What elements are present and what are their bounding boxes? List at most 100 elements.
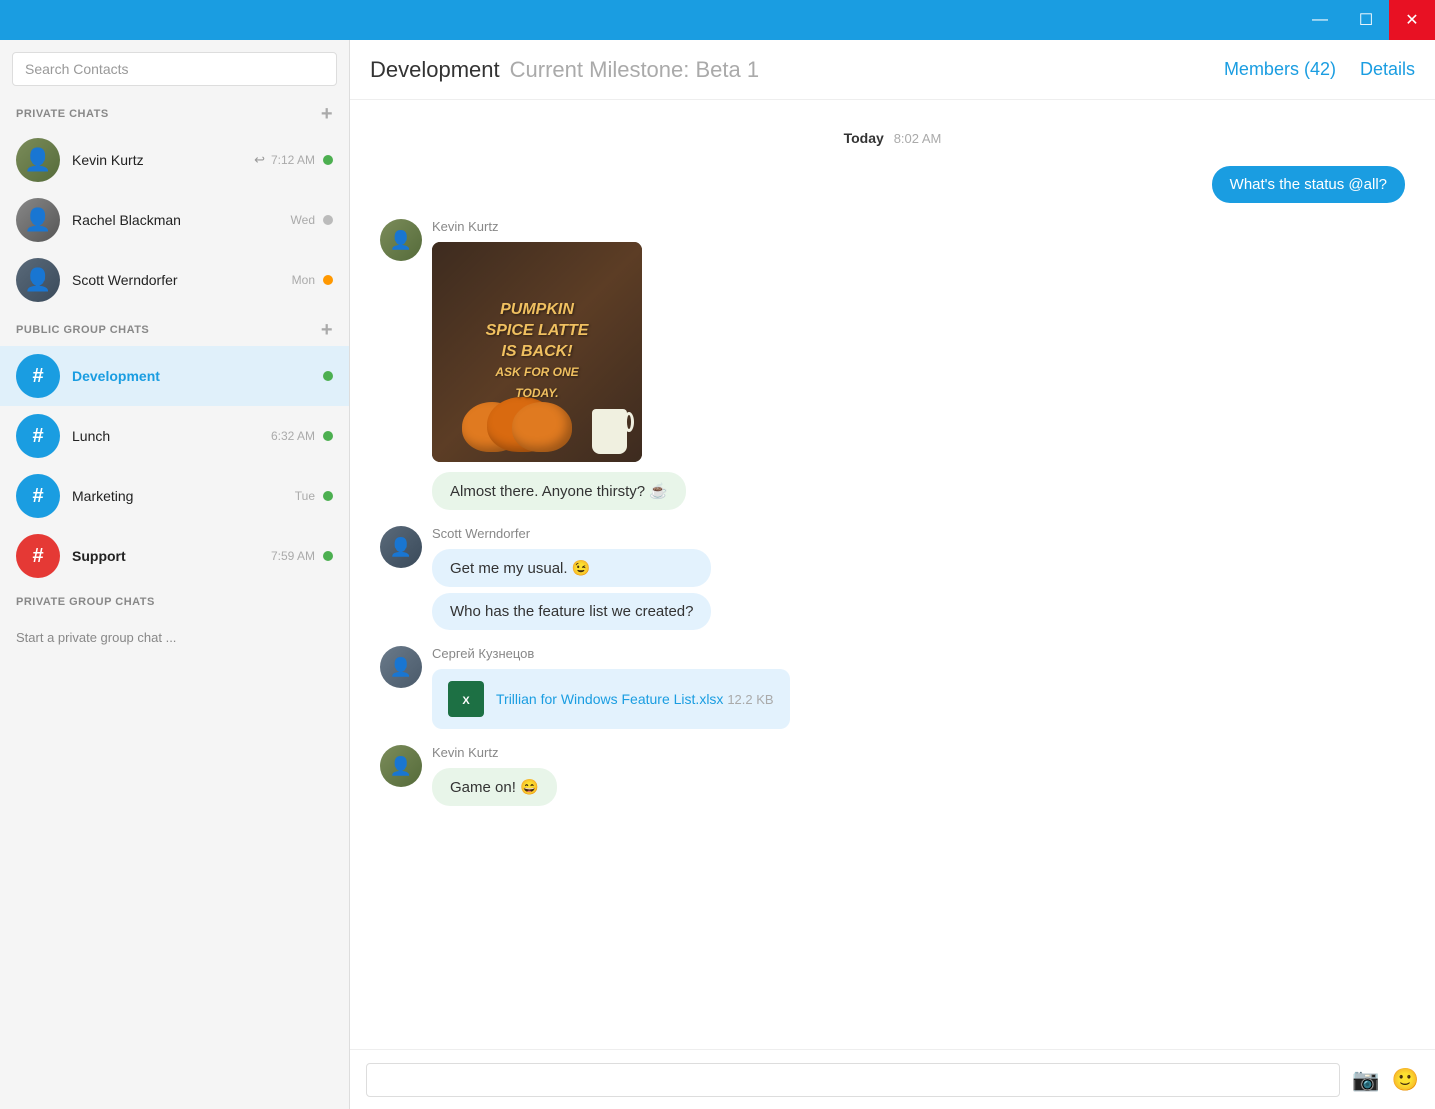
msg-image-pumpkin: PUMPKINSPICE LATTEIS BACK!Ask for oneTod… [432,242,642,462]
pumpkin-image-content: PUMPKINSPICE LATTEIS BACK!Ask for oneTod… [432,242,642,462]
contact-info-scott: Scott Werndorfer [72,272,292,288]
chat-header-links: Members (42) Details [1224,59,1415,80]
add-private-chat-button[interactable]: + [321,104,333,124]
msg-bubble-scott-usual: Get me my usual. 😉 [432,549,711,587]
group-time-lunch: 6:32 AM [271,429,315,443]
group-item-lunch[interactable]: # Lunch 6:32 AM [0,406,349,466]
msg-avatar-sergei-1: 👤 [380,646,422,688]
avatar-kevin: 👤 [16,138,60,182]
chat-area: Development Current Milestone: Beta 1 Me… [350,40,1435,1109]
reply-icon-kevin: ↩ [254,152,265,168]
chat-messages: Today 8:02 AM What's the status @all? 👤 … [350,100,1435,1049]
status-dot-development [323,371,333,381]
status-dot-kevin [323,155,333,165]
private-group-chats-section-header: PRIVATE GROUP CHATS [0,586,349,614]
group-info-marketing: Marketing [72,488,295,504]
group-name-lunch: Lunch [72,428,271,444]
date-header: Today 8:02 AM [380,130,1405,146]
private-chats-label: PRIVATE CHATS [16,108,109,120]
msg-bubble-kevin-thirsty: Almost there. Anyone thirsty? ☕ [432,472,686,510]
private-chats-list: 👤 Kevin Kurtz ↩ 7:12 AM 👤 Rachel Blackma… [0,130,349,310]
window-controls: — ☐ ✕ [1297,0,1435,40]
message-kevin-1: 👤 Kevin Kurtz PUMPKINSPICE L [380,219,1405,510]
contact-item-rachel[interactable]: 👤 Rachel Blackman Wed [0,190,349,250]
camera-icon[interactable]: 📷 [1352,1067,1379,1093]
details-link[interactable]: Details [1360,59,1415,80]
msg-bubble-kevin-game: Game on! 😄 [432,768,557,806]
status-dot-lunch [323,431,333,441]
minimize-button[interactable]: — [1297,0,1343,40]
group-icon-development: # [16,354,60,398]
file-size-xlsx: 12.2 KB [727,692,773,707]
msg-sender-scott-1: Scott Werndorfer [432,526,711,541]
private-group-chats-label: PRIVATE GROUP CHATS [16,596,155,608]
sidebar: Search Contacts PRIVATE CHATS + 👤 Kevin … [0,40,350,1109]
maximize-button[interactable]: ☐ [1343,0,1389,40]
group-name-support: Support [72,548,271,564]
group-info-support: Support [72,548,271,564]
file-info: Trillian for Windows Feature List.xlsx 1… [496,691,774,707]
pumpkin-text: PUMPKINSPICE LATTEIS BACK!Ask for oneTod… [478,292,597,412]
contact-time-scott: Mon [292,273,315,287]
titlebar: — ☐ ✕ [0,0,1435,40]
file-bubble-xlsx[interactable]: X Trillian for Windows Feature List.xlsx… [432,669,790,729]
msg-sender-kevin-1: Kevin Kurtz [432,219,686,234]
avatar-rachel: 👤 [16,198,60,242]
chat-header: Development Current Milestone: Beta 1 Me… [350,40,1435,100]
contact-time-rachel: Wed [291,213,315,227]
status-dot-marketing [323,491,333,501]
date-label: Today [844,130,884,146]
message-sergei-1: 👤 Сергей Кузнецов X Trillian for Windows… [380,646,1405,729]
msg-sender-kevin-2: Kevin Kurtz [432,745,557,760]
private-group-cta[interactable]: Start a private group chat ... [0,614,349,661]
contact-name-kevin: Kevin Kurtz [72,152,254,168]
group-chats-list: # Development # Lunch 6:32 AM # Marketin… [0,346,349,586]
emoji-icon[interactable]: 🙂 [1392,1067,1419,1093]
group-name-marketing: Marketing [72,488,295,504]
own-message-container: What's the status @all? [380,166,1405,203]
msg-content-sergei-1: Сергей Кузнецов X Trillian for Windows F… [432,646,790,729]
msg-sender-sergei-1: Сергей Кузнецов [432,646,790,661]
group-time-support: 7:59 AM [271,549,315,563]
contact-item-scott[interactable]: 👤 Scott Werndorfer Mon [0,250,349,310]
group-time-marketing: Tue [295,489,315,503]
group-item-support[interactable]: # Support 7:59 AM [0,526,349,586]
msg-content-kevin-2: Kevin Kurtz Game on! 😄 [432,745,557,806]
chat-subtitle: Current Milestone: Beta 1 [510,57,759,83]
status-dot-support [323,551,333,561]
group-icon-marketing: # [16,474,60,518]
msg-content-scott-1: Scott Werndorfer Get me my usual. 😉 Who … [432,526,711,630]
excel-icon: X [448,681,484,717]
group-icon-lunch: # [16,414,60,458]
group-icon-support: # [16,534,60,578]
contact-item-kevin[interactable]: 👤 Kevin Kurtz ↩ 7:12 AM [0,130,349,190]
file-name-xlsx: Trillian for Windows Feature List.xlsx [496,691,723,707]
message-kevin-2: 👤 Kevin Kurtz Game on! 😄 [380,745,1405,806]
msg-avatar-kevin-2: 👤 [380,745,422,787]
group-item-marketing[interactable]: # Marketing Tue [0,466,349,526]
msg-avatar-scott-1: 👤 [380,526,422,568]
own-message-bubble: What's the status @all? [1212,166,1405,203]
status-dot-rachel [323,215,333,225]
avatar-scott: 👤 [16,258,60,302]
group-name-development: Development [72,368,323,384]
members-link[interactable]: Members (42) [1224,59,1336,80]
time-label: 8:02 AM [894,131,942,146]
group-item-development[interactable]: # Development [0,346,349,406]
close-button[interactable]: ✕ [1389,0,1435,40]
contact-info-kevin: Kevin Kurtz [72,152,254,168]
chat-input-field[interactable] [366,1063,1340,1097]
group-info-lunch: Lunch [72,428,271,444]
msg-avatar-kevin-1: 👤 [380,219,422,261]
contact-name-rachel: Rachel Blackman [72,212,291,228]
message-scott-1: 👤 Scott Werndorfer Get me my usual. 😉 Wh… [380,526,1405,630]
contact-info-rachel: Rachel Blackman [72,212,291,228]
public-group-chats-section-header: PUBLIC GROUP CHATS + [0,310,349,346]
svg-text:X: X [462,695,470,707]
search-contacts-input[interactable]: Search Contacts [12,52,337,86]
contact-time-kevin: 7:12 AM [271,153,315,167]
add-group-chat-button[interactable]: + [321,320,333,340]
msg-bubble-scott-feature: Who has the feature list we created? [432,593,711,630]
group-info-development: Development [72,368,323,384]
private-chats-section-header: PRIVATE CHATS + [0,94,349,130]
